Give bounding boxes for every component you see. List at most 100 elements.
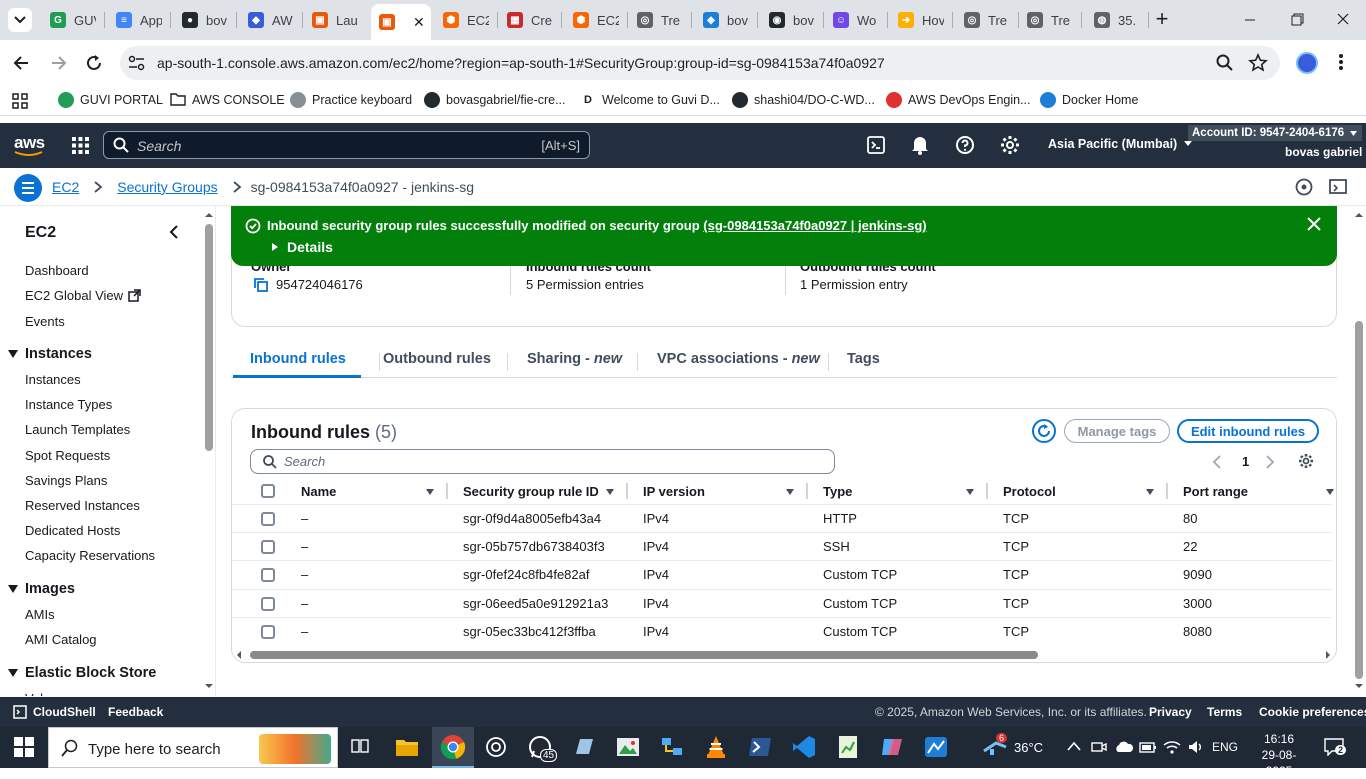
detail-tab[interactable]: Sharing - new: [527, 351, 622, 367]
manage-tags-button[interactable]: Manage tags: [1064, 419, 1170, 443]
vlc-app[interactable]: [702, 733, 730, 761]
site-info-icon[interactable]: [126, 53, 148, 73]
bookmark-item[interactable]: shashi04/DO-C-WD...: [732, 92, 875, 108]
clock[interactable]: 16:16 29-08-2025: [1249, 731, 1309, 779]
restore-button[interactable]: [1284, 10, 1308, 30]
close-tab-icon[interactable]: ✕: [413, 14, 425, 31]
taskbar-search-box[interactable]: Type here to search: [48, 727, 338, 768]
sidebar-item[interactable]: Dedicated Hosts: [25, 523, 120, 538]
minimize-button[interactable]: [1238, 10, 1262, 30]
task-view-button[interactable]: [346, 733, 374, 761]
browser-tab[interactable]: ⬢ EC2: [439, 6, 489, 34]
sidebar-item[interactable]: AMI Catalog: [25, 632, 97, 647]
temperature[interactable]: 36°C: [1014, 740, 1043, 755]
sidebar-scrollbar[interactable]: [202, 206, 216, 696]
address-bar[interactable]: ap-south-1.console.aws.amazon.com/ec2/ho…: [120, 46, 1280, 80]
column-header[interactable]: Type: [823, 478, 852, 504]
select-all-checkbox[interactable]: [261, 484, 275, 498]
sidebar-item[interactable]: Instances: [25, 372, 81, 387]
sidebar-item[interactable]: Dashboard: [25, 263, 89, 278]
sidebar-item[interactable]: Capacity Reservations: [25, 548, 155, 563]
chrome-app-active[interactable]: [432, 727, 474, 768]
apps-grid-icon[interactable]: [12, 93, 28, 109]
table-preferences-button[interactable]: [1298, 453, 1314, 469]
close-window-button[interactable]: [1331, 10, 1355, 30]
column-header[interactable]: IP version: [643, 478, 705, 504]
spreadsheet-app[interactable]: [834, 733, 862, 761]
aws-logo[interactable]: aws: [14, 133, 45, 157]
prev-page-button[interactable]: [1213, 455, 1221, 469]
row-checkbox[interactable]: [261, 568, 275, 583]
column-resizer[interactable]: [626, 483, 628, 499]
bookmark-item[interactable]: D Welcome to Guvi D...: [580, 92, 720, 108]
sort-caret-icon[interactable]: [425, 488, 435, 496]
rules-search-input[interactable]: Search: [250, 449, 835, 474]
table-row[interactable]: – sgr-05ec33bc412f3ffba IPv4 Custom TCP TCP 8…: [232, 616, 1332, 645]
sidebar-item[interactable]: Launch Templates: [25, 422, 130, 437]
breadcrumb-ec2[interactable]: EC2: [52, 179, 79, 195]
network-tool-app[interactable]: [658, 733, 686, 761]
user-name[interactable]: bovas gabriel: [1285, 145, 1362, 159]
column-header[interactable]: Security group rule ID: [463, 478, 599, 504]
browser-tab[interactable]: ◎ Tre: [1023, 6, 1073, 34]
bookmark-item[interactable]: GUVI PORTAL: [58, 92, 163, 108]
volume-icon[interactable]: [1187, 739, 1205, 755]
back-button[interactable]: [12, 53, 32, 73]
row-checkbox[interactable]: [261, 512, 275, 526]
browser-tab[interactable]: ⬢ EC2: [569, 6, 619, 34]
services-menu-button[interactable]: [72, 137, 89, 154]
sidebar-collapse-button[interactable]: [169, 225, 179, 239]
sidebar-item[interactable]: EC2 Global View: [25, 288, 141, 303]
new-tab-button[interactable]: +: [1150, 8, 1174, 32]
notes-app[interactable]: [570, 733, 598, 761]
detail-tab[interactable]: VPC associations - new: [657, 351, 820, 367]
sort-caret-icon[interactable]: [785, 488, 795, 496]
sidebar-section-toggle[interactable]: Instances: [8, 346, 92, 362]
tab-search-button[interactable]: [8, 8, 32, 32]
browser-tab[interactable]: G GUVI: [46, 6, 96, 34]
sidebar-item[interactable]: Volumes: [25, 691, 75, 696]
browser-tab[interactable]: ● bov: [178, 6, 228, 34]
terms-link[interactable]: Terms: [1207, 705, 1242, 719]
table-row[interactable]: – sgr-0fef24c8fb4fe82af IPv4 Custom TCP TCP 9…: [232, 560, 1332, 588]
browser-tab[interactable]: ▣ ✕: [371, 4, 431, 40]
notifications-button[interactable]: [911, 135, 929, 155]
file-explorer-app[interactable]: [393, 733, 421, 761]
cloudshell-link[interactable]: CloudShell: [13, 705, 96, 719]
sort-caret-icon[interactable]: [605, 488, 615, 496]
aws-search-input[interactable]: Search [Alt+S]: [103, 131, 590, 159]
browser-tab[interactable]: ➔ Hov: [894, 6, 944, 34]
table-row[interactable]: – sgr-05b757db6738403f3 IPv4 SSH TCP 22: [232, 532, 1332, 560]
row-checkbox[interactable]: [261, 596, 275, 611]
table-horizontal-scrollbar[interactable]: [232, 648, 1336, 662]
onedrive-icon[interactable]: [1114, 740, 1134, 754]
bookmark-item[interactable]: bovasgabriel/fie-cre...: [424, 92, 566, 108]
forward-button[interactable]: [48, 53, 68, 73]
row-checkbox[interactable]: [261, 540, 275, 555]
cloudshell-header-button[interactable]: [867, 136, 885, 154]
feedback-link[interactable]: Feedback: [108, 705, 163, 719]
sort-caret-icon[interactable]: [1325, 488, 1335, 496]
column-resizer[interactable]: [806, 483, 808, 499]
edit-inbound-rules-button[interactable]: Edit inbound rules: [1177, 419, 1319, 443]
reload-button[interactable]: [84, 53, 104, 73]
flash-dismiss-button[interactable]: [1307, 217, 1321, 231]
column-resizer[interactable]: [1166, 483, 1168, 499]
column-resizer[interactable]: [446, 483, 448, 499]
browser-tab[interactable]: ☺ Wo: [829, 6, 879, 34]
column-resizer[interactable]: [986, 483, 988, 499]
sidebar-section-toggle[interactable]: Images: [8, 581, 75, 597]
page-scrollbar[interactable]: [1352, 206, 1366, 696]
browser-tab[interactable]: ◎ Tre: [960, 6, 1010, 34]
sidebar-item[interactable]: Savings Plans: [25, 473, 107, 488]
detail-tab[interactable]: Tags: [847, 351, 880, 367]
bookmark-item[interactable]: AWS DevOps Engin...: [886, 92, 1031, 108]
bookmark-item[interactable]: Docker Home: [1040, 92, 1138, 108]
copy-icon[interactable]: [254, 277, 268, 292]
refresh-button[interactable]: [1032, 419, 1056, 443]
sidebar-item[interactable]: Reserved Instances: [25, 498, 140, 513]
sidebar-section-toggle[interactable]: Elastic Block Store: [8, 665, 156, 681]
detail-tab[interactable]: Outbound rules: [383, 351, 491, 367]
zoom-icon[interactable]: [1216, 54, 1234, 72]
input-language[interactable]: ENG: [1212, 740, 1238, 754]
